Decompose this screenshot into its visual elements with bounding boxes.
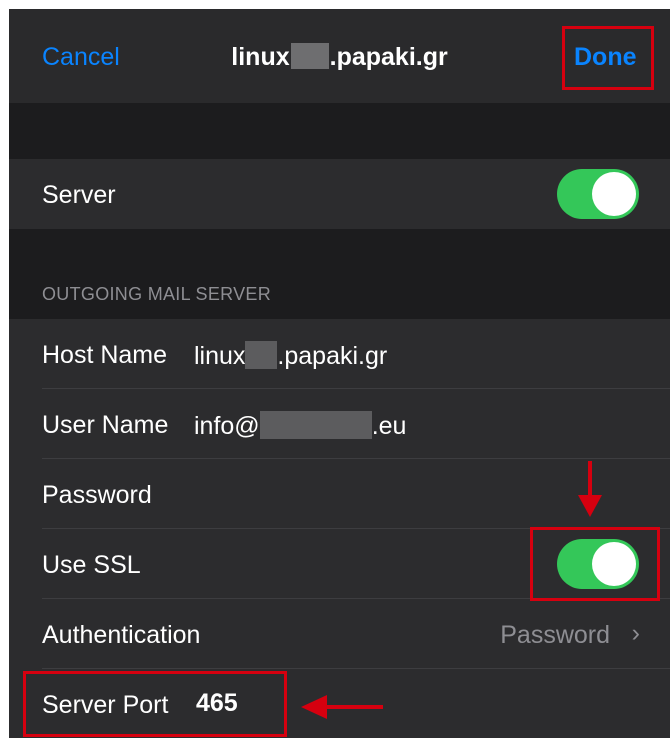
authentication-value: Password: [500, 621, 610, 649]
user-name-label: User Name: [42, 411, 169, 439]
title-suffix: .papaki.gr: [329, 43, 448, 71]
use-ssl-label: Use SSL: [42, 551, 141, 579]
done-highlight-box: [562, 26, 654, 90]
user-prefix: info@: [194, 412, 260, 440]
down-arrow-annotation: [578, 461, 602, 517]
host-name-field[interactable]: linux .papaki.gr: [194, 341, 387, 371]
host-prefix: linux: [194, 342, 246, 370]
server-label: Server: [42, 181, 116, 209]
section-spacer: [9, 229, 670, 329]
ssl-highlight-box: [530, 527, 660, 601]
port-highlight-box: [23, 671, 287, 737]
server-row: Server: [9, 159, 670, 229]
left-arrow-annotation: [301, 695, 383, 719]
authentication-label: Authentication: [42, 621, 201, 649]
redacted-block: [259, 411, 372, 439]
settings-screen: Cancel linux .papaki.gr Done Server OUTGO…: [9, 9, 670, 738]
host-name-row[interactable]: Host Name linux .papaki.gr: [9, 319, 670, 389]
title-prefix: linux: [231, 43, 290, 71]
password-label: Password: [42, 481, 152, 509]
user-name-row[interactable]: User Name info@ .eu: [9, 389, 670, 459]
toggle-knob: [592, 172, 636, 216]
authentication-row[interactable]: Authentication Password ›: [9, 599, 670, 669]
password-row[interactable]: Password: [9, 459, 670, 529]
section-header: OUTGOING MAIL SERVER: [42, 284, 272, 304]
chevron-right-icon: ›: [631, 619, 640, 647]
user-suffix: .eu: [371, 412, 407, 440]
redacted-block: [245, 341, 278, 369]
host-name-label: Host Name: [42, 341, 168, 369]
server-toggle[interactable]: [557, 169, 639, 219]
redacted-block: [290, 43, 329, 69]
user-name-field[interactable]: info@ .eu: [194, 411, 406, 441]
section-spacer: [9, 103, 670, 159]
host-suffix: .papaki.gr: [277, 342, 388, 370]
